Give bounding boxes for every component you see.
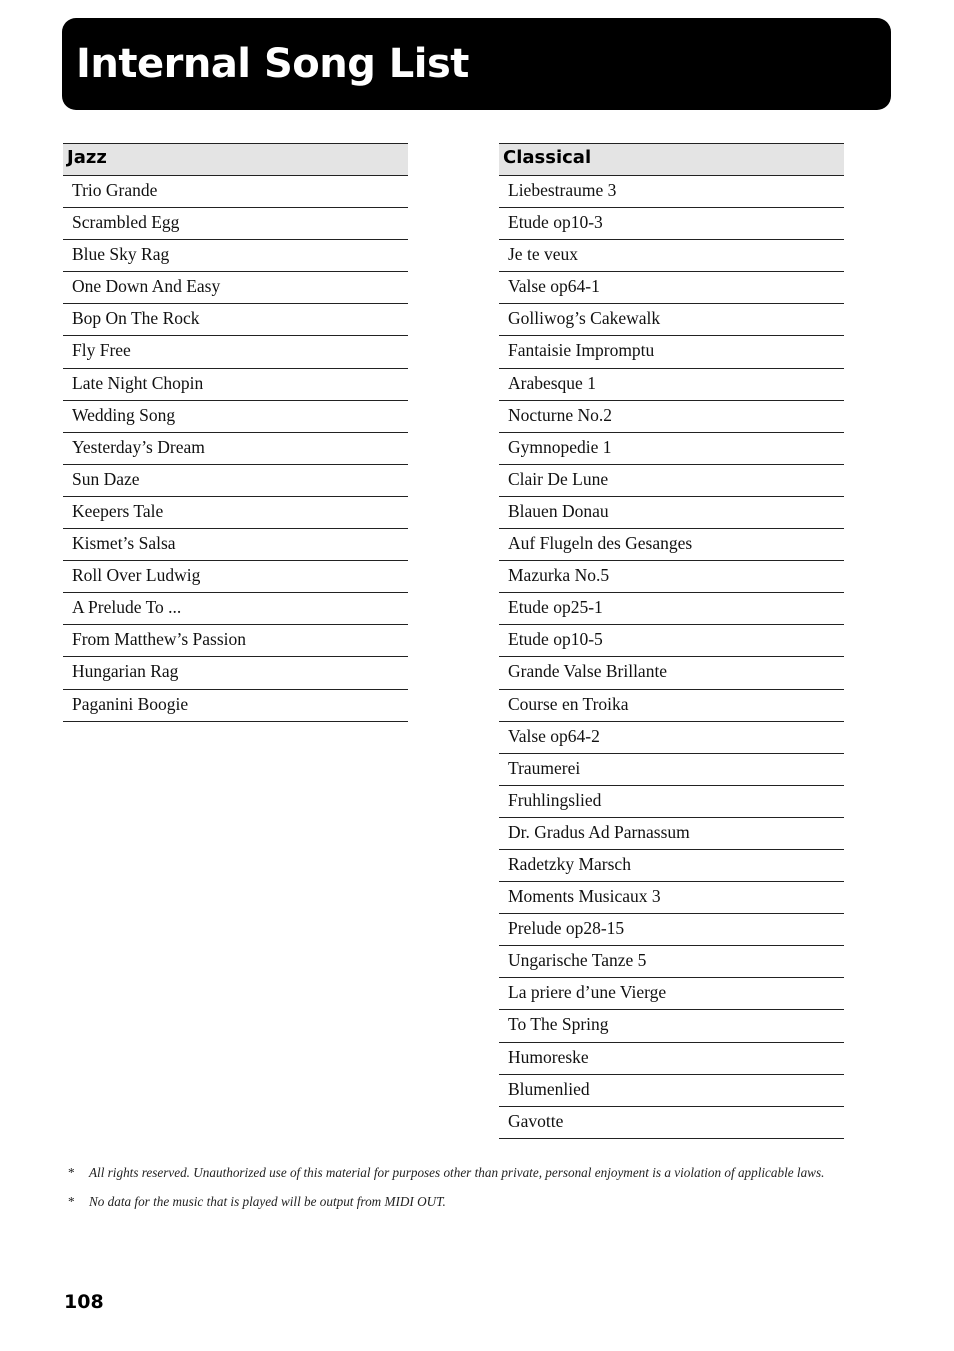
page-number: 108 <box>64 1291 104 1313</box>
classical-song-list: Liebestraume 3 Etude op10-3 Je te veux Vals… <box>499 176 844 1139</box>
song-row: Blue Sky Rag <box>63 240 408 273</box>
footnote-marker: * <box>68 1194 75 1209</box>
song-row: Ungarische Tanze 5 <box>499 946 844 979</box>
song-row: Moments Musicaux 3 <box>499 882 844 915</box>
song-row: Gymnopedie 1 <box>499 433 844 465</box>
song-row: Scrambled Egg <box>63 208 408 241</box>
song-row: Bop On The Rock <box>63 304 408 337</box>
song-row: Auf Flugeln des Gesanges <box>499 529 844 562</box>
song-row: A Prelude To ... <box>63 593 408 626</box>
song-row: Sun Daze <box>63 465 408 497</box>
classical-table-header: Classical <box>499 143 844 176</box>
song-row: Etude op25-1 <box>499 593 844 626</box>
song-row: Grande Valse Brillante <box>499 657 844 690</box>
song-row: One Down And Easy <box>63 272 408 305</box>
footnote-text: All rights reserved. Unauthorized use of… <box>89 1165 825 1180</box>
song-row: Radetzky Marsch <box>499 850 844 883</box>
footnote: * No data for the music that is played w… <box>68 1192 928 1221</box>
song-row: Late Night Chopin <box>63 369 408 401</box>
song-row: Fantaisie Impromptu <box>499 336 844 369</box>
classical-song-table: Classical Liebestraume 3 Etude op10-3 Je t… <box>499 143 844 1139</box>
footnotes: * All rights reserved. Unauthorized use … <box>68 1163 928 1221</box>
song-row: Blumenlied <box>499 1075 844 1107</box>
song-row: Blauen Donau <box>499 497 844 530</box>
song-row: Traumerei <box>499 754 844 786</box>
song-row: Trio Grande <box>63 176 408 209</box>
jazz-song-table: Jazz Trio Grande Scrambled Egg Blue Sky Ra… <box>63 143 408 722</box>
song-row: Wedding Song <box>63 401 408 433</box>
song-row: Arabesque 1 <box>499 369 844 401</box>
song-row: Paganini Boogie <box>63 690 408 722</box>
footnote-text: No data for the music that is played wil… <box>89 1194 446 1209</box>
song-row: Nocturne No.2 <box>499 401 844 433</box>
song-row: From Matthew’s Passion <box>63 625 408 658</box>
song-row: Hungarian Rag <box>63 657 408 690</box>
page-title: Internal Song List <box>76 41 469 87</box>
song-row: Clair De Lune <box>499 465 844 497</box>
song-row: Mazurka No.5 <box>499 561 844 594</box>
song-row: Je te veux <box>499 240 844 273</box>
song-row: Fly Free <box>63 336 408 369</box>
song-row: Etude op10-5 <box>499 625 844 658</box>
song-row: Valse op64-2 <box>499 722 844 754</box>
footnote-marker: * <box>68 1165 75 1180</box>
song-row: Course en Troika <box>499 690 844 722</box>
song-row: Keepers Tale <box>63 497 408 530</box>
song-row: La priere d’une Vierge <box>499 978 844 1011</box>
song-row: Liebestraume 3 <box>499 176 844 209</box>
title-bar: Internal Song List <box>62 18 891 110</box>
song-row: Dr. Gradus Ad Parnassum <box>499 818 844 850</box>
song-row: Prelude op28-15 <box>499 914 844 947</box>
song-row: Etude op10-3 <box>499 208 844 241</box>
song-row: Golliwog’s Cakewalk <box>499 304 844 337</box>
song-row: Gavotte <box>499 1107 844 1139</box>
footnote: * All rights reserved. Unauthorized use … <box>68 1163 928 1192</box>
song-row: Kismet’s Salsa <box>63 529 408 562</box>
song-row: Valse op64-1 <box>499 272 844 305</box>
jazz-song-list: Trio Grande Scrambled Egg Blue Sky Rag One … <box>63 176 408 722</box>
song-row: Fruhlingslied <box>499 786 844 818</box>
song-row: Humoreske <box>499 1043 844 1075</box>
song-row: To The Spring <box>499 1010 844 1043</box>
jazz-table-header: Jazz <box>63 143 408 176</box>
song-row: Roll Over Ludwig <box>63 561 408 594</box>
song-row: Yesterday’s Dream <box>63 433 408 465</box>
